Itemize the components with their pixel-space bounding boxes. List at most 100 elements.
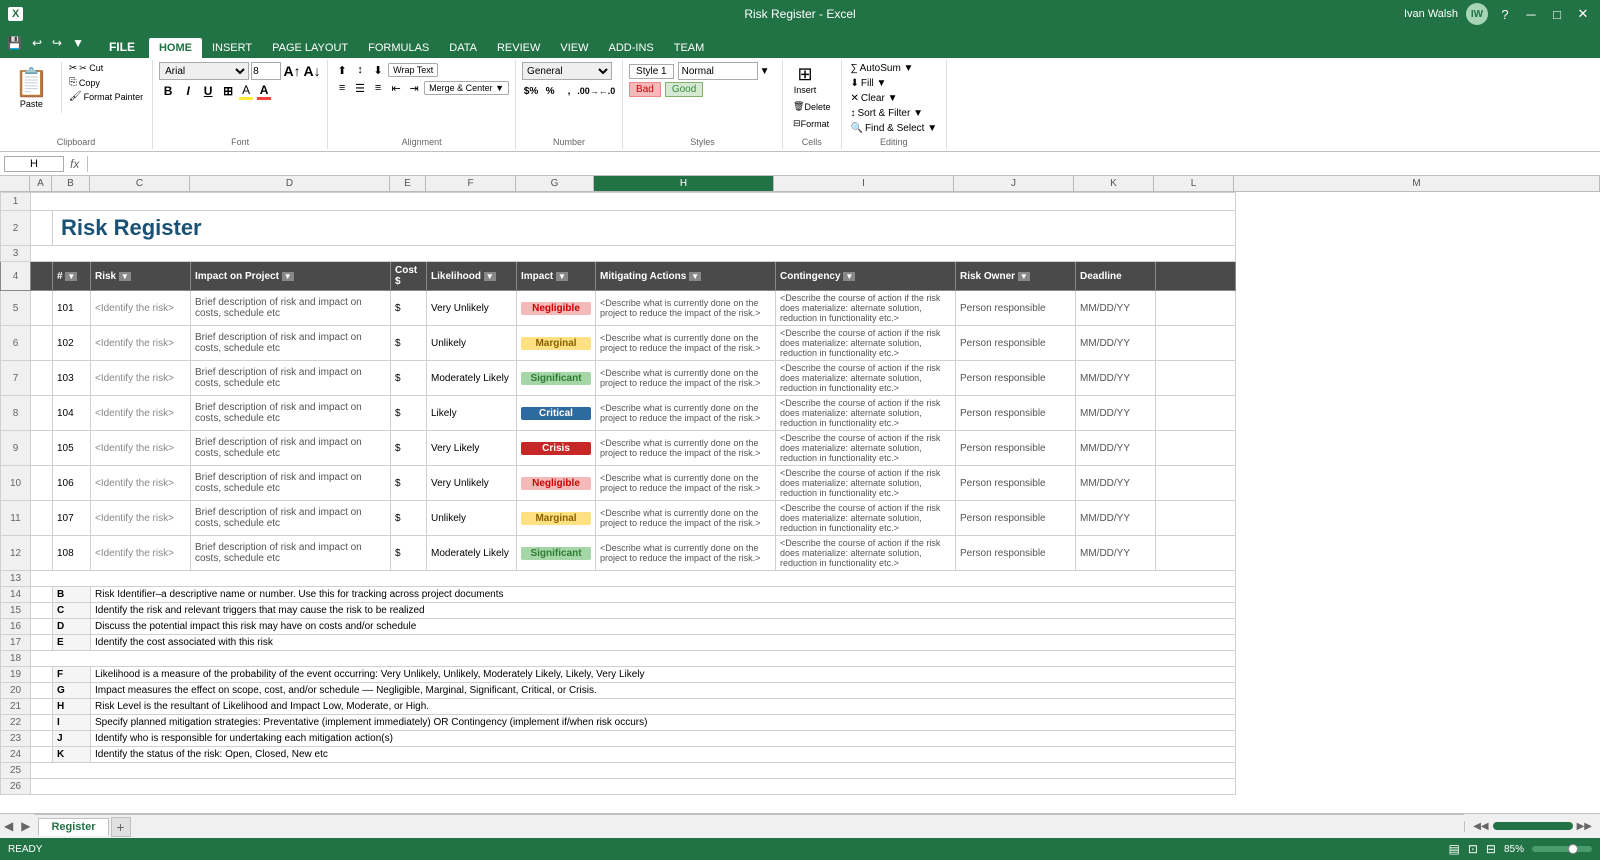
zoom-slider[interactable] <box>1532 846 1592 852</box>
font-family-select[interactable]: Arial <box>159 62 249 80</box>
col-header-F[interactable]: F <box>426 176 516 191</box>
tab-review[interactable]: REVIEW <box>487 38 550 58</box>
scroll-right-icon[interactable]: ▶▶ <box>1577 821 1592 832</box>
undo-qat-btn[interactable]: ↩ <box>29 36 45 50</box>
format-painter-button[interactable]: 🖌 Format Painter <box>66 90 146 103</box>
data-row-104: 8 104 <Identify the risk> Brief descript… <box>1 396 1236 431</box>
legend-row-H: 21 H Risk Level is the resultant of Like… <box>1 699 1236 715</box>
minimize-btn[interactable]: ─ <box>1522 5 1540 23</box>
delete-button[interactable]: 🗑 Delete <box>789 99 834 114</box>
bold-button[interactable]: B <box>159 82 177 100</box>
maximize-btn[interactable]: □ <box>1548 5 1566 23</box>
comma-btn[interactable]: , <box>560 82 578 100</box>
view-layout-btn[interactable]: ⊡ <box>1468 842 1478 856</box>
add-sheet-btn[interactable]: + <box>111 817 131 837</box>
sheet-scroll-area[interactable]: 1 2 Risk Register 3 <box>0 192 1600 813</box>
data-row-102: 6 102 <Identify the risk> Brief descript… <box>1 326 1236 361</box>
tab-page-layout[interactable]: PAGE LAYOUT <box>262 38 358 58</box>
scroll-left-icon[interactable]: ◀◀ <box>1473 821 1488 832</box>
col-header-I[interactable]: I <box>774 176 954 191</box>
align-bottom-btn[interactable]: ⬇ <box>370 62 386 78</box>
copy-button[interactable]: ⎘ Copy <box>66 76 146 89</box>
col-header-A[interactable]: A <box>30 176 52 191</box>
fill-button[interactable]: ⬇ Fill ▼ <box>848 77 890 90</box>
tab-home[interactable]: HOME <box>149 38 202 58</box>
good-style[interactable]: Good <box>665 82 703 97</box>
help-btn[interactable]: ? <box>1496 5 1514 23</box>
col-header-C[interactable]: C <box>90 176 190 191</box>
cut-button[interactable]: ✂ ✂ Cut <box>66 62 146 75</box>
font-grow-btn[interactable]: A↑ <box>283 62 301 80</box>
align-top-btn[interactable]: ⬆ <box>334 62 350 78</box>
insert-button[interactable]: ⊞ Insert <box>789 62 821 97</box>
col-header-E[interactable]: E <box>390 176 426 191</box>
save-qat-btn[interactable]: 💾 <box>4 36 25 50</box>
scroll-left-btn[interactable]: ◀ <box>0 819 17 833</box>
fill-color-button[interactable]: A <box>239 83 253 100</box>
delete-icon: 🗑 <box>793 101 804 112</box>
cell-reference-box[interactable] <box>4 156 64 172</box>
view-break-btn[interactable]: ⊟ <box>1486 842 1496 856</box>
col-header-M[interactable]: M <box>1234 176 1600 191</box>
horizontal-scrollbar[interactable] <box>1493 822 1573 830</box>
number-format-select[interactable]: General Number Currency <box>522 62 612 80</box>
cell-style-input[interactable] <box>678 62 758 80</box>
align-right-btn[interactable]: ≡ <box>370 80 386 96</box>
redo-qat-btn[interactable]: ↪ <box>49 36 65 50</box>
tab-view[interactable]: VIEW <box>550 38 598 58</box>
font-shrink-btn[interactable]: A↓ <box>303 62 321 80</box>
fill-icon: ⬇ <box>851 78 859 89</box>
sheet-tabs: Register + <box>34 814 1464 838</box>
formula-input[interactable] <box>90 158 1596 170</box>
tab-insert[interactable]: INSERT <box>202 38 262 58</box>
align-middle-btn[interactable]: ↕ <box>352 62 368 78</box>
underline-button[interactable]: U <box>199 82 217 100</box>
font-color-button[interactable]: A <box>257 83 271 100</box>
row-26: 26 <box>1 779 1236 795</box>
decrease-indent-btn[interactable]: ⇤ <box>388 80 404 96</box>
editing-group: ∑ AutoSum ▼ ⬇ Fill ▼ ✕ Clear ▼ ↕ Sort & … <box>842 60 948 149</box>
file-tab[interactable]: FILE <box>95 28 149 58</box>
sheet-tab-register[interactable]: Register <box>38 818 108 836</box>
tab-formulas[interactable]: FORMULAS <box>358 38 439 58</box>
paste-button[interactable]: 📋 Paste <box>6 62 57 113</box>
wrap-text-btn[interactable]: Wrap Text <box>388 63 438 77</box>
sort-filter-button[interactable]: ↕ Sort & Filter ▼ <box>848 107 926 120</box>
clear-button[interactable]: ✕ Clear ▼ <box>848 92 901 105</box>
format-label: Format <box>801 119 830 129</box>
copy-label: Copy <box>79 78 100 88</box>
close-btn[interactable]: ✕ <box>1574 5 1592 23</box>
col-header-L[interactable]: L <box>1154 176 1234 191</box>
col-header-H[interactable]: H <box>594 176 774 191</box>
scroll-right-btn[interactable]: ▶ <box>17 819 34 833</box>
align-center-btn[interactable]: ☰ <box>352 80 368 96</box>
tab-data[interactable]: DATA <box>439 38 487 58</box>
border-button[interactable]: ⊞ <box>219 82 237 100</box>
merge-center-btn[interactable]: Merge & Center ▼ <box>424 81 509 95</box>
col-header-B[interactable]: B <box>52 176 90 191</box>
col-header-J[interactable]: J <box>954 176 1074 191</box>
autosum-label: AutoSum ▼ <box>860 63 914 74</box>
font-size-input[interactable] <box>251 62 281 80</box>
increase-indent-btn[interactable]: ⇥ <box>406 80 422 96</box>
col-header-D[interactable]: D <box>190 176 390 191</box>
ready-status: READY <box>8 844 42 855</box>
bad-style[interactable]: Bad <box>629 82 661 97</box>
currency-btn[interactable]: $% <box>522 82 540 100</box>
find-select-button[interactable]: 🔍 Find & Select ▼ <box>848 122 941 135</box>
row-1: 1 <box>1 193 1236 211</box>
decrease-decimal-btn[interactable]: ←.0 <box>598 82 616 100</box>
format-button[interactable]: ⊟ Format <box>789 116 833 131</box>
increase-decimal-btn[interactable]: .00→ <box>579 82 597 100</box>
tab-addins[interactable]: ADD-INS <box>599 38 664 58</box>
col-header-K[interactable]: K <box>1074 176 1154 191</box>
italic-button[interactable]: I <box>179 82 197 100</box>
view-normal-btn[interactable]: ▤ <box>1449 842 1460 856</box>
percent-btn[interactable]: % <box>541 82 559 100</box>
style-dropdown-btn[interactable]: ▼ <box>760 66 770 77</box>
autosum-button[interactable]: ∑ AutoSum ▼ <box>848 62 917 75</box>
col-header-G[interactable]: G <box>516 176 594 191</box>
tab-team[interactable]: TEAM <box>664 38 715 58</box>
qat-dropdown-btn[interactable]: ▼ <box>69 36 87 50</box>
align-left-btn[interactable]: ≡ <box>334 80 350 96</box>
